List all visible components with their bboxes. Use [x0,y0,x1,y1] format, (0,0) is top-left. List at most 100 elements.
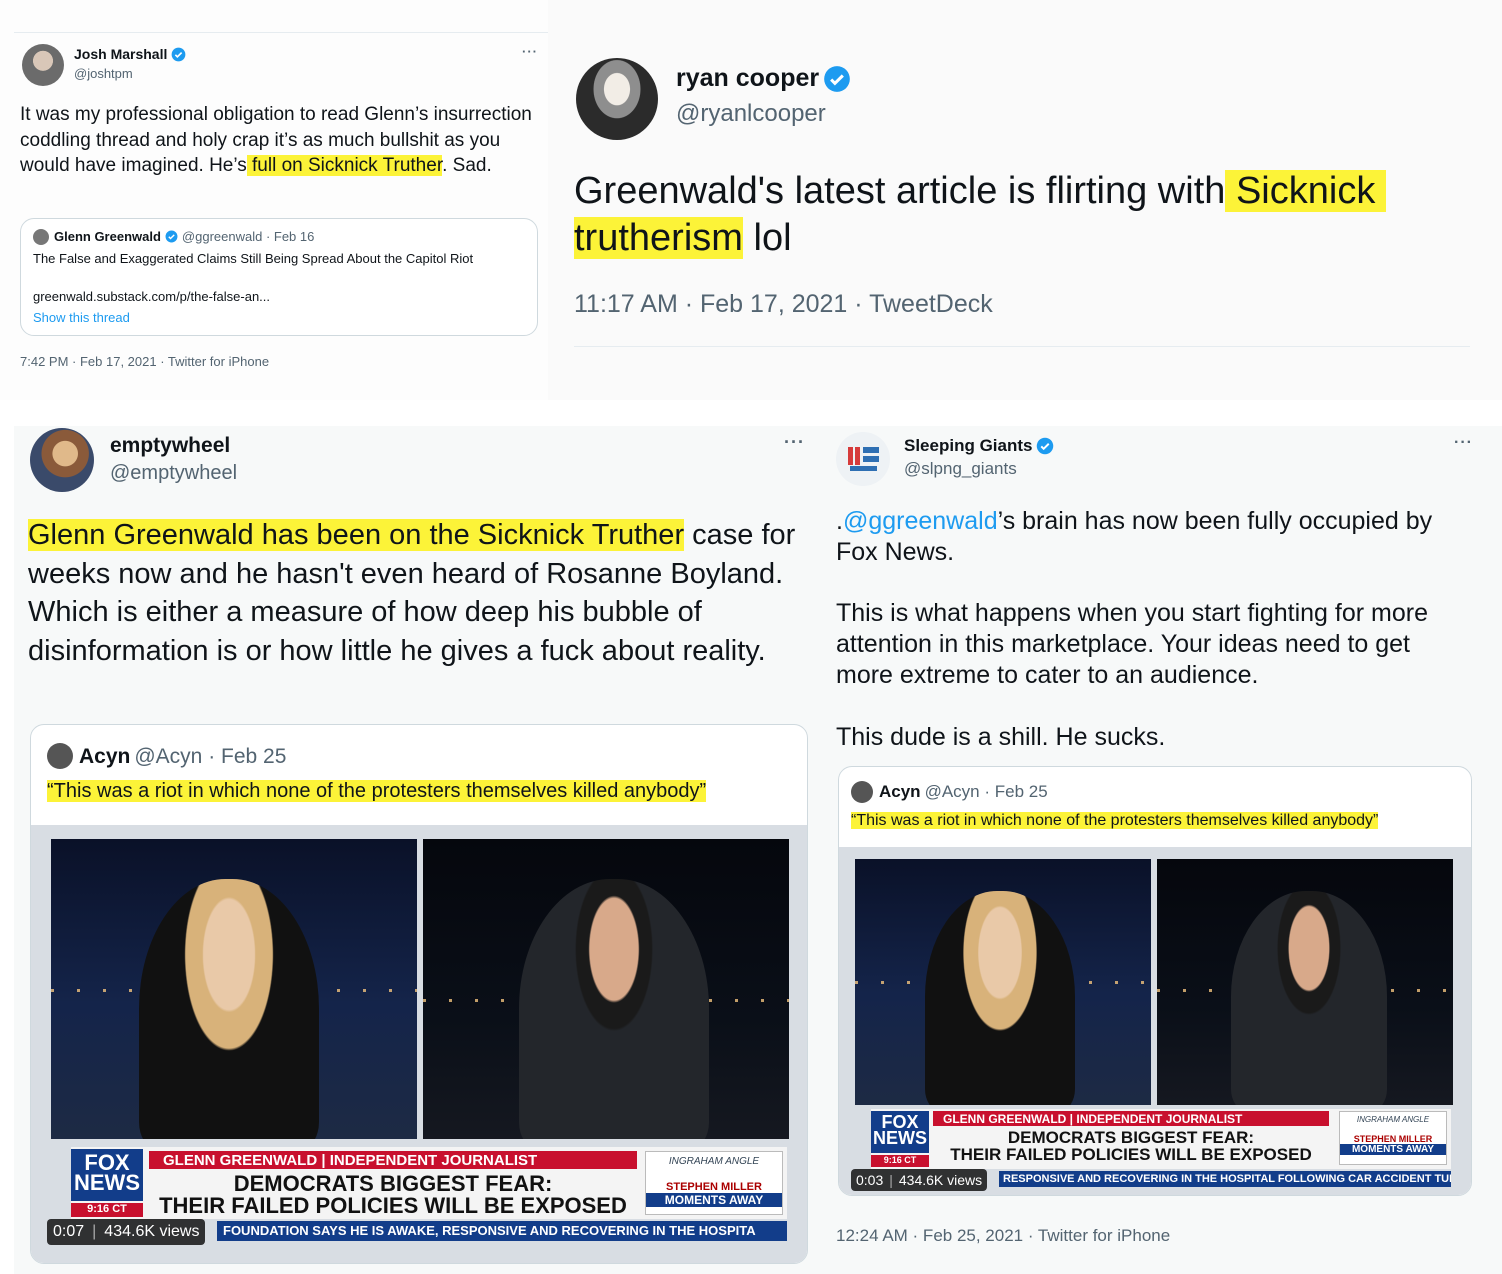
video-views-badge: 0:03 | 434.6K views [851,1169,988,1191]
chyron-headline: DEMOCRATS BIGGEST FEAR: THEIR FAILED POL… [149,1173,637,1217]
tweet-text: Greenwald's latest article is flirting w… [574,168,1394,262]
chyron-line: THEIR FAILED POLICIES WILL BE EXPOSED [950,1145,1312,1164]
verified-badge-icon [824,65,850,92]
tweet-text-highlight: full on Sicknick Truther [246,155,443,176]
news-ticker: FOUNDATION SAYS HE IS AWAKE, RESPONSIVE … [217,1221,787,1241]
quote-handle-date: @Acyn · Feb 25 [134,745,287,768]
quote-author: Acyn @Acyn · Feb 25 [879,782,1048,802]
tweet-timestamp[interactable]: 11:17 AM · Feb 17, 2021 · TweetDeck [574,290,993,319]
more-options-icon[interactable]: ··· [522,44,538,59]
quote-text: “This was a riot in which none of the pr… [47,777,707,805]
bottom-divider [574,346,1470,347]
avatar[interactable] [576,58,658,140]
tweet-timestamp[interactable]: 7:42 PM · Feb 17, 2021 · Twitter for iPh… [20,354,269,369]
show-thread-link[interactable]: Show this thread [33,310,130,325]
fox-logo-line: NEWS [873,1128,927,1149]
promo-line: STEPHEN MILLER [1353,1134,1433,1144]
video-views: 434.6K views [104,1223,200,1240]
fox-time: 9:16 CT [871,1155,929,1167]
video-views: 434.6K views [898,1172,983,1188]
video-frame-left [51,839,417,1139]
tweet-text-paragraph: This is what happens when you start figh… [836,599,1435,689]
video-player[interactable]: GLENN GREENWALD | INDEPENDENT JOURNALIST… [31,825,807,1263]
video-views-badge: 0:07 | 434.6K views [47,1219,206,1245]
video-frame-left [855,859,1151,1105]
sleeping-giants-logo-icon [848,447,879,471]
quote-author-name: Glenn Greenwald [54,229,161,244]
mention-link[interactable]: @ggreenwald [843,507,998,535]
tweet-emptywheel: emptywheel @emptywheel ··· Glenn Greenwa… [14,426,818,1274]
tweet-josh-marshall: Josh Marshall @joshtpm ··· It was my pro… [0,0,548,400]
tweet-text-part: Greenwald's latest article is flirting w… [574,170,1226,212]
chyron-headline: DEMOCRATS BIGGEST FEAR: THEIR FAILED POL… [933,1129,1329,1163]
author-handle[interactable]: @ryanlcooper [676,100,826,128]
fox-news-logo: FOX NEWS [71,1149,143,1201]
avatar[interactable] [30,428,94,492]
quote-author-name: Acyn [879,782,921,801]
more-options-icon[interactable]: ··· [1454,434,1473,452]
video-time: 0:03 [856,1172,884,1188]
ingraham-promo: INGRAHAM ANGLE STEPHEN MILLER MOMENTS AW… [1339,1111,1447,1165]
ingraham-promo: INGRAHAM ANGLE STEPHEN MILLER MOMENTS AW… [645,1151,783,1215]
quoted-tweet[interactable]: Acyn @Acyn · Feb 25 “This was a riot in … [838,766,1472,1196]
author-handle[interactable]: @emptywheel [110,462,237,485]
verified-badge-icon [165,230,178,243]
quote-avatar [33,229,49,245]
fox-news-logo: FOX NEWS [871,1111,929,1153]
quote-author: Glenn Greenwald @ggreenwald · Feb 16 [54,229,314,244]
quote-avatar [47,743,73,769]
host-figure [925,891,1075,1105]
avatar[interactable] [836,432,890,486]
author-name-text: Sleeping Giants [904,436,1033,455]
author-name[interactable]: Josh Marshall [74,46,186,62]
avatar[interactable] [22,44,64,86]
ingraham-logo: INGRAHAM ANGLE [668,1156,760,1167]
quote-handle-date: @ggreenwald · Feb 16 [181,229,315,244]
author-handle[interactable]: @slpng_giants [904,459,1017,479]
quote-author: Acyn @Acyn · Feb 25 [79,745,286,769]
tweet-sleeping-giants: Sleeping Giants @slpng_giants ··· .@ggre… [818,426,1502,1274]
news-ticker: RESPONSIVE AND RECOVERING IN THE HOSPITA… [999,1171,1451,1187]
tweet-text-part: lol [742,217,792,259]
quote-handle-date: @Acyn · Feb 25 [924,782,1048,801]
video-frame-right [423,839,789,1139]
author-name[interactable]: emptywheel [110,434,230,458]
quoted-tweet[interactable]: Glenn Greenwald @ggreenwald · Feb 16 The… [20,218,538,336]
fox-logo-line: NEWS [74,1169,140,1195]
guest-figure [519,879,709,1139]
quote-text-highlight: “This was a riot in which none of the pr… [851,812,1379,829]
tweet-timestamp[interactable]: 12:24 AM · Feb 25, 2021 · Twitter for iP… [836,1226,1170,1246]
author-name-text: Josh Marshall [74,46,168,62]
tweet-text-part: . Sad. [442,155,492,176]
verified-badge-icon [172,47,186,61]
chyron: GLENN GREENWALD | INDEPENDENT JOURNALIST… [871,1109,1451,1169]
author-name-text: emptywheel [110,434,231,457]
chyron: GLENN GREENWALD | INDEPENDENT JOURNALIST… [71,1147,787,1219]
video-player[interactable]: GLENN GREENWALD | INDEPENDENT JOURNALIST… [839,847,1471,1195]
quote-text-highlight: “This was a riot in which none of the pr… [47,780,707,802]
tweet-text: .@ggreenwald’s brain has now been fully … [836,506,1466,568]
more-options-icon[interactable]: ··· [784,432,805,453]
author-name[interactable]: Sleeping Giants [904,436,1054,456]
video-frame-right [1157,859,1453,1105]
quoted-tweet[interactable]: Acyn @Acyn · Feb 25 “This was a riot in … [30,724,808,1264]
chyron-line: THEIR FAILED POLICIES WILL BE EXPOSED [159,1193,627,1218]
author-name[interactable]: ryan cooper [676,64,851,93]
quote-title: The False and Exaggerated Claims Still B… [33,251,474,266]
quote-url[interactable]: greenwald.substack.com/p/the-false-an... [33,289,270,304]
tweet-text-highlight: rism [671,217,743,259]
tweet-text: It was my professional obligation to rea… [20,102,540,179]
chyron-line: DEMOCRATS BIGGEST FEAR: [1007,1128,1255,1147]
chyron-line: DEMOCRATS BIGGEST FEAR: [233,1171,553,1196]
chyron-top-text: GLENN GREENWALD | INDEPENDENT JOURNALIST [933,1111,1329,1126]
promo-line: MOMENTS AWAY [1340,1144,1446,1155]
top-divider [14,32,548,33]
video-time: 0:07 [53,1223,85,1240]
chyron-top-text: GLENN GREENWALD | INDEPENDENT JOURNALIST [149,1151,637,1169]
quote-author-name: Acyn [79,745,131,768]
tweet-text-part: . [836,507,843,535]
quote-text: “This was a riot in which none of the pr… [851,809,1379,833]
fox-time: 9:16 CT [71,1203,143,1217]
author-handle[interactable]: @joshtpm [74,66,133,81]
verified-badge-icon [1037,437,1054,455]
